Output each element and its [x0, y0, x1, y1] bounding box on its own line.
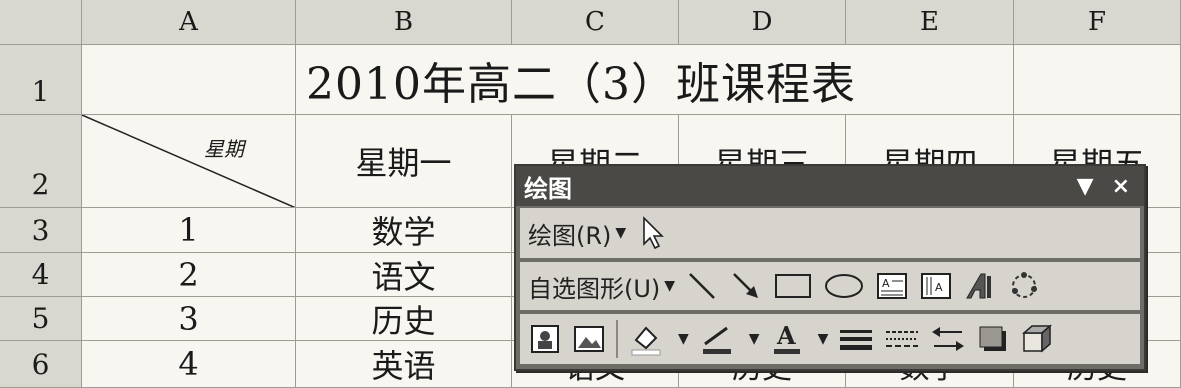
toolbar-titlebar[interactable]: 绘图 ▼ × — [516, 166, 1144, 206]
autoshapes-button[interactable]: 自选图形(U) ▼ — [528, 268, 675, 304]
column-header-a[interactable]: A — [82, 0, 296, 45]
svg-text:A: A — [935, 281, 943, 294]
vertical-text-box-icon[interactable]: A — [919, 268, 953, 304]
wordart-icon[interactable] — [963, 268, 997, 304]
drawing-toolbar[interactable]: 绘图 ▼ × 绘图(R) ▼ 自选图形(U) ▼ A A ▼ ▼ A ▼ — [514, 164, 1146, 371]
column-header-e[interactable]: E — [846, 0, 1014, 45]
svg-text:A: A — [882, 277, 890, 290]
period-cell[interactable]: 3 — [82, 297, 296, 341]
column-header-c[interactable]: C — [512, 0, 679, 45]
subject-cell[interactable]: 英语 — [296, 341, 512, 388]
toolbar-separator — [616, 320, 618, 358]
draw-menu-label: 绘图(R) — [528, 221, 612, 250]
line-color-icon[interactable] — [699, 321, 735, 357]
line-icon[interactable] — [685, 268, 719, 304]
row-header-6[interactable]: 6 — [0, 341, 82, 388]
toolbar-row-shapes: 自选图形(U) ▼ A A — [520, 262, 1140, 310]
cell-f1[interactable] — [1014, 45, 1181, 115]
toolbar-title: 绘图 — [524, 174, 572, 203]
toolbar-row-format: ▼ ▼ A ▼ — [520, 314, 1140, 364]
text-box-icon[interactable]: A — [875, 268, 909, 304]
select-objects-icon[interactable] — [636, 215, 670, 251]
toolbar-row-draw-menu: 绘图(R) ▼ — [520, 208, 1140, 258]
corner-label: 星期 — [204, 137, 244, 161]
svg-text:A: A — [776, 322, 796, 350]
dropdown-arrow-icon[interactable]: ▼ — [818, 331, 829, 347]
cell-a1[interactable] — [82, 45, 296, 115]
oval-icon[interactable] — [823, 268, 865, 304]
period-cell[interactable]: 2 — [82, 253, 296, 297]
insert-picture-icon[interactable] — [572, 321, 606, 357]
clip-art-icon[interactable] — [528, 321, 562, 357]
title-cell[interactable]: 2010年高二（3）班课程表 — [296, 45, 1014, 115]
subject-cell[interactable]: 语文 — [296, 253, 512, 297]
draw-menu-button[interactable]: 绘图(R) ▼ — [528, 215, 626, 251]
dropdown-arrow-icon: ▼ — [664, 278, 676, 294]
dropdown-arrow-icon[interactable]: ▼ — [678, 331, 689, 347]
line-style-icon[interactable] — [838, 321, 874, 357]
subject-cell[interactable]: 历史 — [296, 297, 512, 341]
diagonal-line — [82, 115, 295, 207]
row-header-1[interactable]: 1 — [0, 45, 82, 115]
corner-diagonal-cell[interactable]: 星期 — [82, 115, 296, 208]
dropdown-arrow-icon: ▼ — [615, 225, 627, 241]
font-color-icon[interactable]: A — [770, 321, 804, 357]
toolbar-options-icon[interactable]: ▼ — [1077, 174, 1094, 199]
fill-color-icon[interactable] — [628, 321, 664, 357]
dash-style-icon[interactable] — [884, 321, 920, 357]
column-header-f[interactable]: F — [1014, 0, 1181, 45]
row-header-3[interactable]: 3 — [0, 208, 82, 253]
row-header-2[interactable]: 2 — [0, 115, 82, 208]
rectangle-icon[interactable] — [773, 268, 813, 304]
dropdown-arrow-icon[interactable]: ▼ — [749, 331, 760, 347]
row-header-5[interactable]: 5 — [0, 297, 82, 341]
row-header-4[interactable]: 4 — [0, 253, 82, 297]
column-header-b[interactable]: B — [296, 0, 512, 45]
day-header-monday[interactable]: 星期一 — [296, 115, 512, 208]
column-header-d[interactable]: D — [679, 0, 846, 45]
shadow-style-icon[interactable] — [976, 321, 1010, 357]
autoshapes-label: 自选图形(U) — [528, 274, 661, 303]
diagram-icon[interactable] — [1007, 268, 1041, 304]
period-cell[interactable]: 4 — [82, 341, 296, 388]
period-cell[interactable]: 1 — [82, 208, 296, 253]
subject-cell[interactable]: 数学 — [296, 208, 512, 253]
3d-style-icon[interactable] — [1020, 321, 1054, 357]
arrow-icon[interactable] — [729, 268, 763, 304]
close-icon[interactable]: × — [1112, 174, 1130, 199]
select-all-corner[interactable] — [0, 0, 82, 45]
arrow-style-icon[interactable] — [930, 321, 966, 357]
